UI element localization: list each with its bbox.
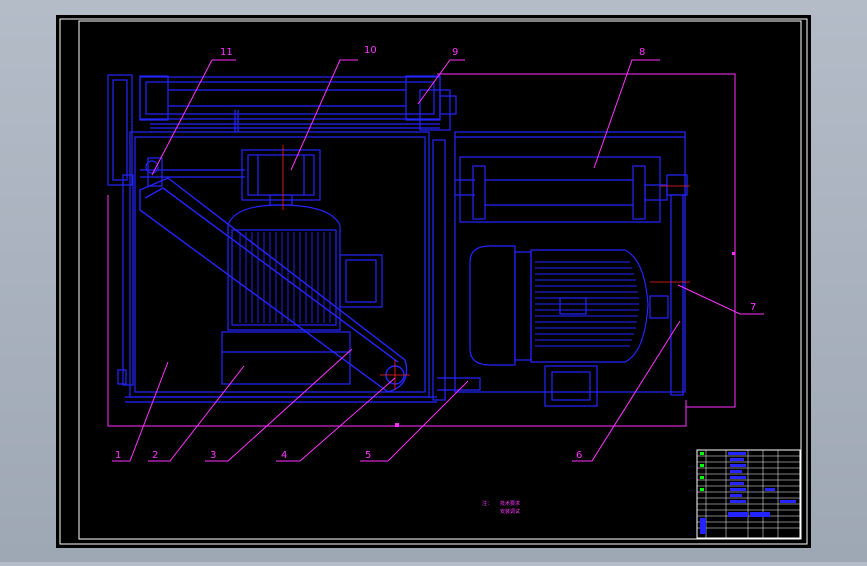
note-line-1: 注： xyxy=(482,500,492,507)
part-label-10: 10 xyxy=(364,45,377,56)
part-label-6: 6 xyxy=(576,450,582,461)
note-line-3: 安装调试 xyxy=(500,508,520,515)
cad-viewport[interactable]: 1 2 3 4 5 6 7 8 9 10 11 注： 技术要求 安装调试 xyxy=(0,0,867,562)
part-label-5: 5 xyxy=(365,450,371,461)
part-label-9: 9 xyxy=(452,47,458,58)
part-label-11: 11 xyxy=(220,47,233,58)
part-label-7: 7 xyxy=(750,302,756,313)
part-label-3: 3 xyxy=(210,450,216,461)
part-label-4: 4 xyxy=(281,450,287,461)
cad-drawing: 1 2 3 4 5 6 7 8 9 10 11 注： 技术要求 安装调试 xyxy=(56,15,811,548)
part-label-8: 8 xyxy=(639,47,645,58)
part-label-2: 2 xyxy=(152,450,158,461)
note-line-2: 技术要求 xyxy=(500,500,520,507)
part-label-1: 1 xyxy=(115,450,121,461)
